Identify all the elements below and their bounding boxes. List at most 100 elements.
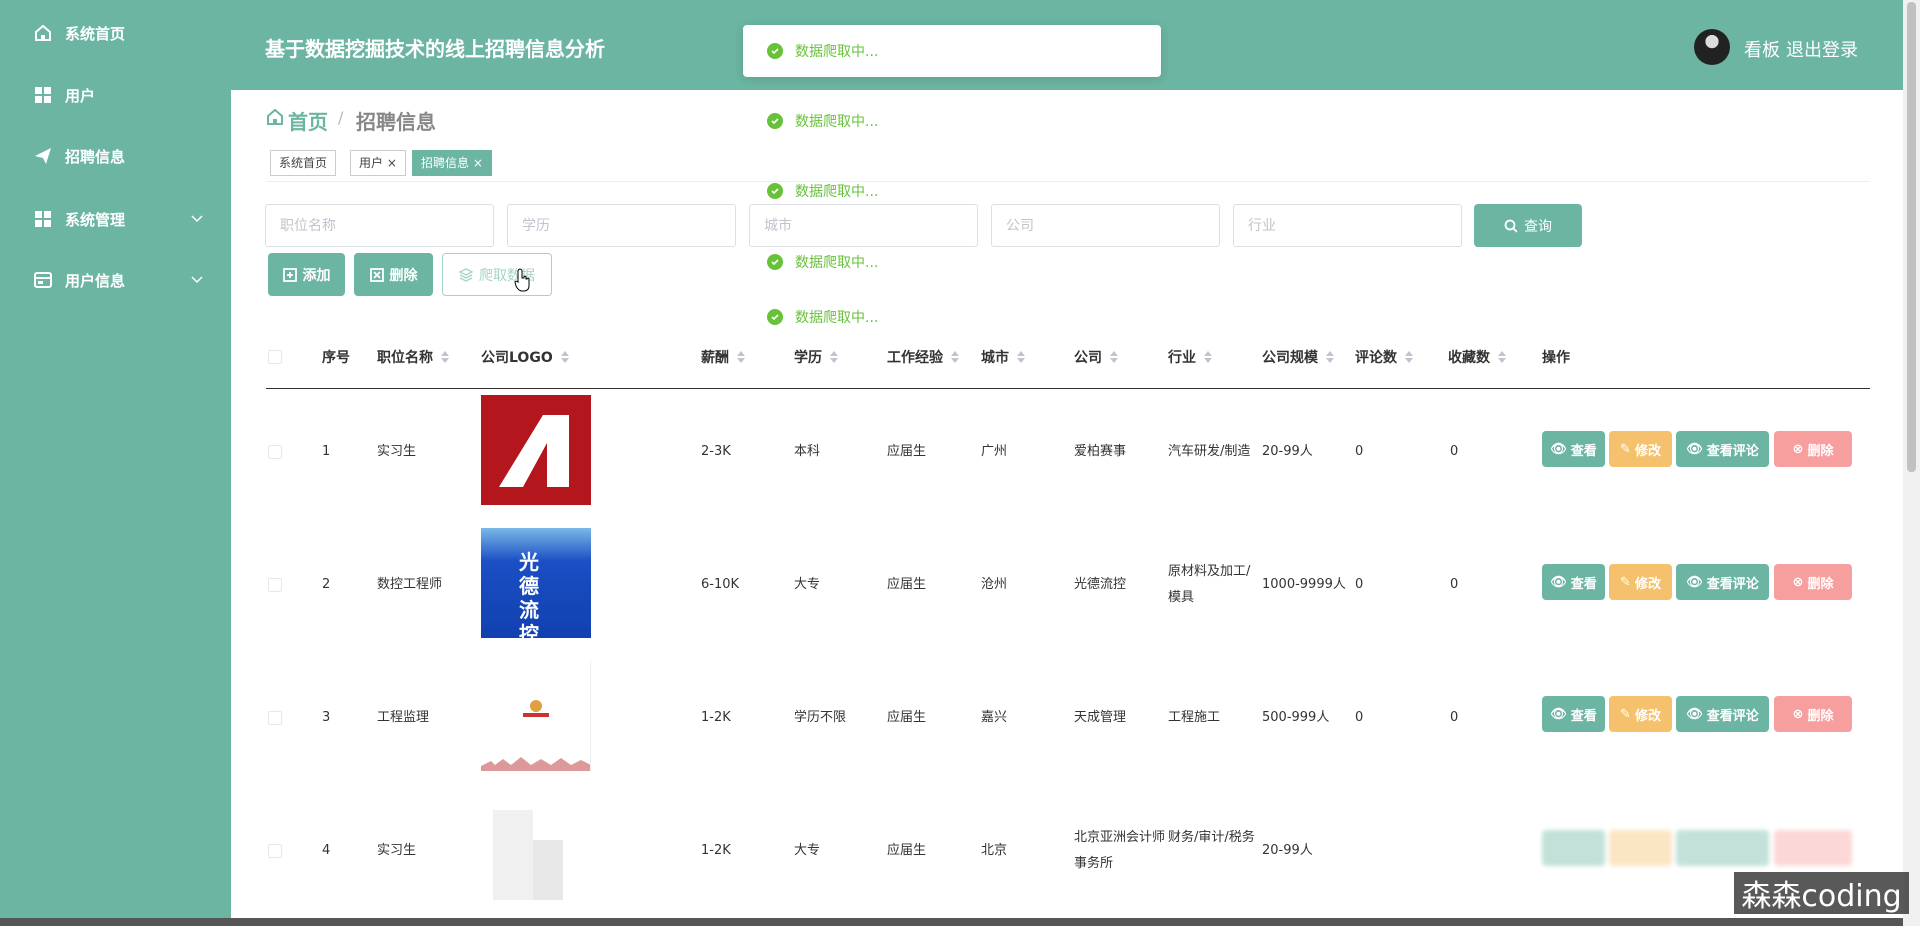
cell-exp: 应届生	[887, 444, 927, 459]
tag-jobs[interactable]: 招聘信息 ×	[412, 150, 492, 176]
cell-job: 实习生	[377, 843, 417, 858]
row-checkbox[interactable]	[268, 445, 282, 459]
view-comments-button[interactable]: 👁 查看评论	[1676, 564, 1769, 600]
col-size[interactable]: 公司规模	[1262, 347, 1334, 367]
eye-icon: 👁	[1550, 574, 1567, 590]
sidebar-item-home[interactable]: 系统首页	[0, 8, 231, 58]
col-industry[interactable]: 行业	[1168, 347, 1212, 367]
col-city[interactable]: 城市	[981, 347, 1025, 367]
col-salary[interactable]: 薪酬	[701, 347, 745, 367]
edit-button[interactable]	[1609, 830, 1672, 866]
tag-users[interactable]: 用户 ×	[350, 150, 406, 176]
chevron-down-icon	[191, 276, 203, 284]
check-circle-icon	[767, 183, 783, 199]
sort-icon[interactable]	[1204, 351, 1212, 363]
cell-job: 工程监理	[377, 710, 430, 725]
industry-input[interactable]	[1233, 204, 1462, 247]
row-checkbox[interactable]	[268, 711, 282, 725]
row-delete-button[interactable]: ⊗ 删除	[1774, 564, 1852, 600]
col-exp[interactable]: 工作经验	[887, 347, 959, 367]
eye-icon: 👁	[1686, 441, 1703, 457]
crawl-data-button[interactable]: 爬取数据	[442, 253, 552, 296]
delete-button[interactable]: 删除	[354, 253, 433, 296]
cell-index: 1	[322, 444, 331, 459]
sidebar-item-system[interactable]: 系统管理	[0, 194, 231, 244]
cell-size: 1000-9999人	[1262, 577, 1346, 592]
sort-icon[interactable]	[1326, 351, 1334, 363]
op-label: 修改	[1634, 708, 1661, 724]
cell-company: 爱柏赛事	[1074, 444, 1127, 459]
col-ops: 操作	[1542, 350, 1570, 366]
company-logo	[481, 800, 591, 910]
sort-icon[interactable]	[441, 351, 449, 363]
op-label: 查看评论	[1706, 708, 1759, 724]
sort-icon[interactable]	[1017, 351, 1025, 363]
sidebar-item-userinfo[interactable]: 用户信息	[0, 255, 231, 305]
view-button[interactable]: 👁 查看	[1542, 564, 1605, 600]
sidebar-item-label: 用户	[65, 86, 96, 105]
col-edu[interactable]: 学历	[794, 347, 838, 367]
cell-size: 20-99人	[1262, 843, 1313, 858]
cell-index: 3	[322, 710, 331, 725]
view-comments-button[interactable]: 👁 查看评论	[1676, 696, 1769, 732]
view-button[interactable]: 👁 查看	[1542, 696, 1605, 732]
sidebar-item-jobs[interactable]: 招聘信息	[0, 131, 231, 181]
scrollbar-thumb[interactable]	[1907, 2, 1916, 472]
kanban-link[interactable]: 看板	[1744, 36, 1780, 62]
col-logo[interactable]: 公司LOGO	[481, 347, 569, 367]
sort-icon[interactable]	[1498, 351, 1506, 363]
col-label: 收藏数	[1448, 350, 1490, 366]
plus-square-icon	[282, 267, 297, 282]
view-comments-button[interactable]	[1676, 830, 1769, 866]
sort-icon[interactable]	[951, 351, 959, 363]
add-button[interactable]: 添加	[268, 253, 345, 296]
row-delete-button[interactable]	[1774, 830, 1852, 866]
tag-home[interactable]: 系统首页	[270, 150, 337, 176]
row-delete-button[interactable]: ⊗ 删除	[1774, 431, 1852, 467]
row-checkbox[interactable]	[268, 578, 282, 592]
select-all-checkbox[interactable]	[268, 350, 282, 364]
view-button[interactable]: 👁 查看	[1542, 431, 1605, 467]
breadcrumb-home[interactable]: 首页	[288, 106, 328, 135]
view-comments-button[interactable]: 👁 查看评论	[1676, 431, 1769, 467]
col-label: 工作经验	[887, 350, 943, 366]
col-company[interactable]: 公司	[1074, 347, 1118, 367]
edit-button[interactable]: ✎ 修改	[1609, 564, 1672, 600]
eye-icon: 👁	[1686, 574, 1703, 590]
col-comments[interactable]: 评论数	[1355, 347, 1413, 367]
card-icon	[33, 270, 53, 290]
job-name-input[interactable]	[265, 204, 494, 247]
col-label: 学历	[794, 350, 822, 366]
row-delete-button[interactable]: ⊗ 删除	[1774, 696, 1852, 732]
query-button[interactable]: 查询	[1474, 204, 1582, 247]
cell-edu: 大专	[794, 577, 821, 592]
col-label: 城市	[981, 350, 1009, 366]
sidebar-item-label: 系统首页	[65, 24, 126, 43]
logout-link[interactable]: 退出登录	[1786, 36, 1858, 62]
cell-company: 光德流控	[1074, 577, 1127, 592]
sort-icon[interactable]	[737, 351, 745, 363]
search-icon	[1504, 219, 1518, 233]
sort-icon[interactable]	[1405, 351, 1413, 363]
education-input[interactable]	[507, 204, 736, 247]
toast-message: 数据爬取中...	[743, 236, 1161, 288]
edit-icon: ✎	[1620, 706, 1631, 722]
col-job[interactable]: 职位名称	[377, 347, 449, 367]
eye-icon: 👁	[1686, 706, 1703, 722]
edit-button[interactable]: ✎ 修改	[1609, 696, 1672, 732]
sort-icon[interactable]	[830, 351, 838, 363]
sort-icon[interactable]	[560, 351, 569, 363]
avatar[interactable]	[1694, 29, 1730, 65]
sort-icon[interactable]	[1110, 351, 1118, 363]
edit-icon: ✎	[1620, 441, 1631, 457]
cell-salary: 2-3K	[701, 444, 731, 459]
sidebar-item-label: 招聘信息	[65, 147, 126, 166]
col-label: 薪酬	[701, 350, 729, 366]
view-button[interactable]	[1542, 830, 1605, 866]
sidebar-item-users[interactable]: 用户	[0, 70, 231, 120]
row-checkbox[interactable]	[268, 844, 282, 858]
toast-message: 数据爬取中...	[743, 95, 1161, 147]
col-favorites[interactable]: 收藏数	[1448, 347, 1506, 367]
edit-button[interactable]: ✎ 修改	[1609, 431, 1672, 467]
scrollbar[interactable]	[1903, 0, 1920, 926]
